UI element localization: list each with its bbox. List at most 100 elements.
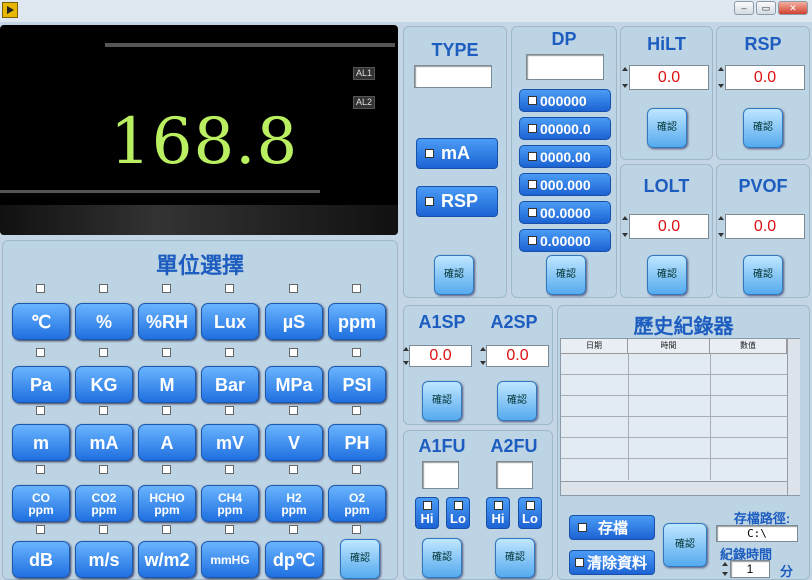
- lolt-value[interactable]: 0.0: [629, 214, 709, 239]
- unit-button-mv[interactable]: mV: [201, 424, 259, 461]
- dp-option-checkbox[interactable]: [528, 152, 537, 161]
- type-field[interactable]: [414, 65, 492, 88]
- unit-button-us[interactable]: µS: [265, 303, 323, 340]
- save-toggle[interactable]: 存檔: [569, 515, 655, 540]
- unit-checkbox-dpc[interactable]: [289, 525, 298, 534]
- unit-button-ms[interactable]: m/s: [75, 541, 133, 578]
- dp-option-checkbox[interactable]: [528, 124, 537, 133]
- dp-option-checkbox[interactable]: [528, 180, 537, 189]
- unit-checkbox-db[interactable]: [36, 525, 45, 534]
- unit-checkbox-co2[interactable]: [99, 465, 108, 474]
- a1fu-hi-button[interactable]: Hi: [415, 497, 439, 529]
- unit-button-pa[interactable]: Pa: [12, 366, 70, 403]
- unit-checkbox-rh[interactable]: [162, 284, 171, 293]
- restore-button[interactable]: ▭: [756, 1, 776, 15]
- clear-checkbox[interactable]: [575, 558, 584, 567]
- unit-checkbox-bar[interactable]: [225, 348, 234, 357]
- type-confirm-button[interactable]: 確認: [434, 255, 474, 295]
- unit-checkbox-ma[interactable]: [99, 406, 108, 415]
- hilt-spinner[interactable]: [622, 65, 628, 90]
- table-vscroll[interactable]: [787, 339, 800, 495]
- unit-button-hcho[interactable]: HCHO ppm: [138, 485, 196, 522]
- unit-checkbox-o2[interactable]: [352, 465, 361, 474]
- unit-button-co2[interactable]: CO2 ppm: [75, 485, 133, 522]
- rsp-toggle[interactable]: RSP: [416, 186, 498, 217]
- dp-option-2[interactable]: 0000.00: [519, 145, 611, 168]
- unit-checkbox-mv[interactable]: [225, 406, 234, 415]
- a2fu-confirm-button[interactable]: 確認: [495, 538, 535, 578]
- unit-button-lux[interactable]: Lux: [201, 303, 259, 340]
- pvof-value[interactable]: 0.0: [725, 214, 805, 239]
- unit-checkbox-ppm[interactable]: [352, 284, 361, 293]
- interval-field[interactable]: 1: [730, 560, 770, 578]
- unit-button-ch4[interactable]: CH4 ppm: [201, 485, 259, 522]
- unit-checkbox-v[interactable]: [289, 406, 298, 415]
- hilt-value[interactable]: 0.0: [629, 65, 709, 90]
- unit-checkbox-ms[interactable]: [99, 525, 108, 534]
- unit-checkbox-meter[interactable]: [36, 406, 45, 415]
- unit-checkbox-a[interactable]: [162, 406, 171, 415]
- unit-button-bar[interactable]: Bar: [201, 366, 259, 403]
- unit-button-dpc[interactable]: dp℃: [265, 541, 323, 578]
- rsp-value[interactable]: 0.0: [725, 65, 805, 90]
- a2fu-lo-button[interactable]: Lo: [518, 497, 542, 529]
- unit-checkbox-mmhg[interactable]: [225, 525, 234, 534]
- history-table[interactable]: 日期 時間 數值: [560, 338, 800, 496]
- unit-checkbox-percent[interactable]: [99, 284, 108, 293]
- unit-button-o2[interactable]: O2 ppm: [328, 485, 386, 522]
- unit-checkbox-m[interactable]: [162, 348, 171, 357]
- pvof-spinner[interactable]: [718, 214, 724, 239]
- unit-checkbox-co[interactable]: [36, 465, 45, 474]
- unit-button-ph[interactable]: PH: [328, 424, 386, 461]
- history-confirm-button[interactable]: 確認: [663, 523, 707, 567]
- unit-checkbox-us[interactable]: [289, 284, 298, 293]
- dp-option-0[interactable]: 000000: [519, 89, 611, 112]
- unit-button-co[interactable]: CO ppm: [12, 485, 70, 522]
- ma-toggle[interactable]: mA: [416, 138, 498, 169]
- dp-option-1[interactable]: 00000.0: [519, 117, 611, 140]
- interval-spinner[interactable]: [722, 560, 728, 578]
- unit-checkbox-mpa[interactable]: [289, 348, 298, 357]
- a2fu-field[interactable]: [496, 461, 533, 489]
- a2sp-value[interactable]: 0.0: [486, 345, 549, 367]
- hilt-confirm-button[interactable]: 確認: [647, 108, 687, 148]
- unit-button-percent[interactable]: %: [75, 303, 133, 340]
- dp-option-4[interactable]: 00.0000: [519, 201, 611, 224]
- save-checkbox[interactable]: [578, 523, 587, 532]
- rsp-confirm-button[interactable]: 確認: [743, 108, 783, 148]
- a1fu-lo-button[interactable]: Lo: [446, 497, 470, 529]
- lolt-confirm-button[interactable]: 確認: [647, 255, 687, 295]
- lolt-spinner[interactable]: [622, 214, 628, 239]
- unit-checkbox-wm2[interactable]: [162, 525, 171, 534]
- unit-button-ppm[interactable]: ppm: [328, 303, 386, 340]
- unit-button-meter[interactable]: m: [12, 424, 70, 461]
- a2sp-confirm-button[interactable]: 確認: [497, 381, 537, 421]
- minimize-button[interactable]: –: [734, 1, 754, 15]
- unit-checkbox-celsius[interactable]: [36, 284, 45, 293]
- dp-option-checkbox[interactable]: [528, 96, 537, 105]
- unit-button-kg[interactable]: KG: [75, 366, 133, 403]
- unit-button-psi[interactable]: PSI: [328, 366, 386, 403]
- unit-checkbox-lux[interactable]: [225, 284, 234, 293]
- unit-button-ma[interactable]: mA: [75, 424, 133, 461]
- unit-button-v[interactable]: V: [265, 424, 323, 461]
- unit-button-rh[interactable]: %RH: [138, 303, 196, 340]
- unit-checkbox-pa[interactable]: [36, 348, 45, 357]
- unit-confirm-button[interactable]: 確認: [340, 539, 380, 579]
- unit-checkbox-kg[interactable]: [99, 348, 108, 357]
- a1sp-value[interactable]: 0.0: [409, 345, 472, 367]
- unit-button-celsius[interactable]: ℃: [12, 303, 70, 340]
- unit-button-mpa[interactable]: MPa: [265, 366, 323, 403]
- close-button[interactable]: ✕: [778, 1, 808, 15]
- clear-toggle[interactable]: 清除資料: [569, 550, 655, 575]
- a1fu-field[interactable]: [422, 461, 459, 489]
- unit-button-wm2[interactable]: w/m2: [138, 541, 196, 578]
- a2fu-hi-button[interactable]: Hi: [486, 497, 510, 529]
- table-hscroll[interactable]: [561, 481, 787, 495]
- unit-button-mmhg[interactable]: mmHG: [201, 541, 259, 578]
- dp-confirm-button[interactable]: 確認: [546, 255, 586, 295]
- unit-button-m[interactable]: M: [138, 366, 196, 403]
- pvof-confirm-button[interactable]: 確認: [743, 255, 783, 295]
- a1fu-confirm-button[interactable]: 確認: [422, 538, 462, 578]
- ma-checkbox[interactable]: [425, 149, 434, 158]
